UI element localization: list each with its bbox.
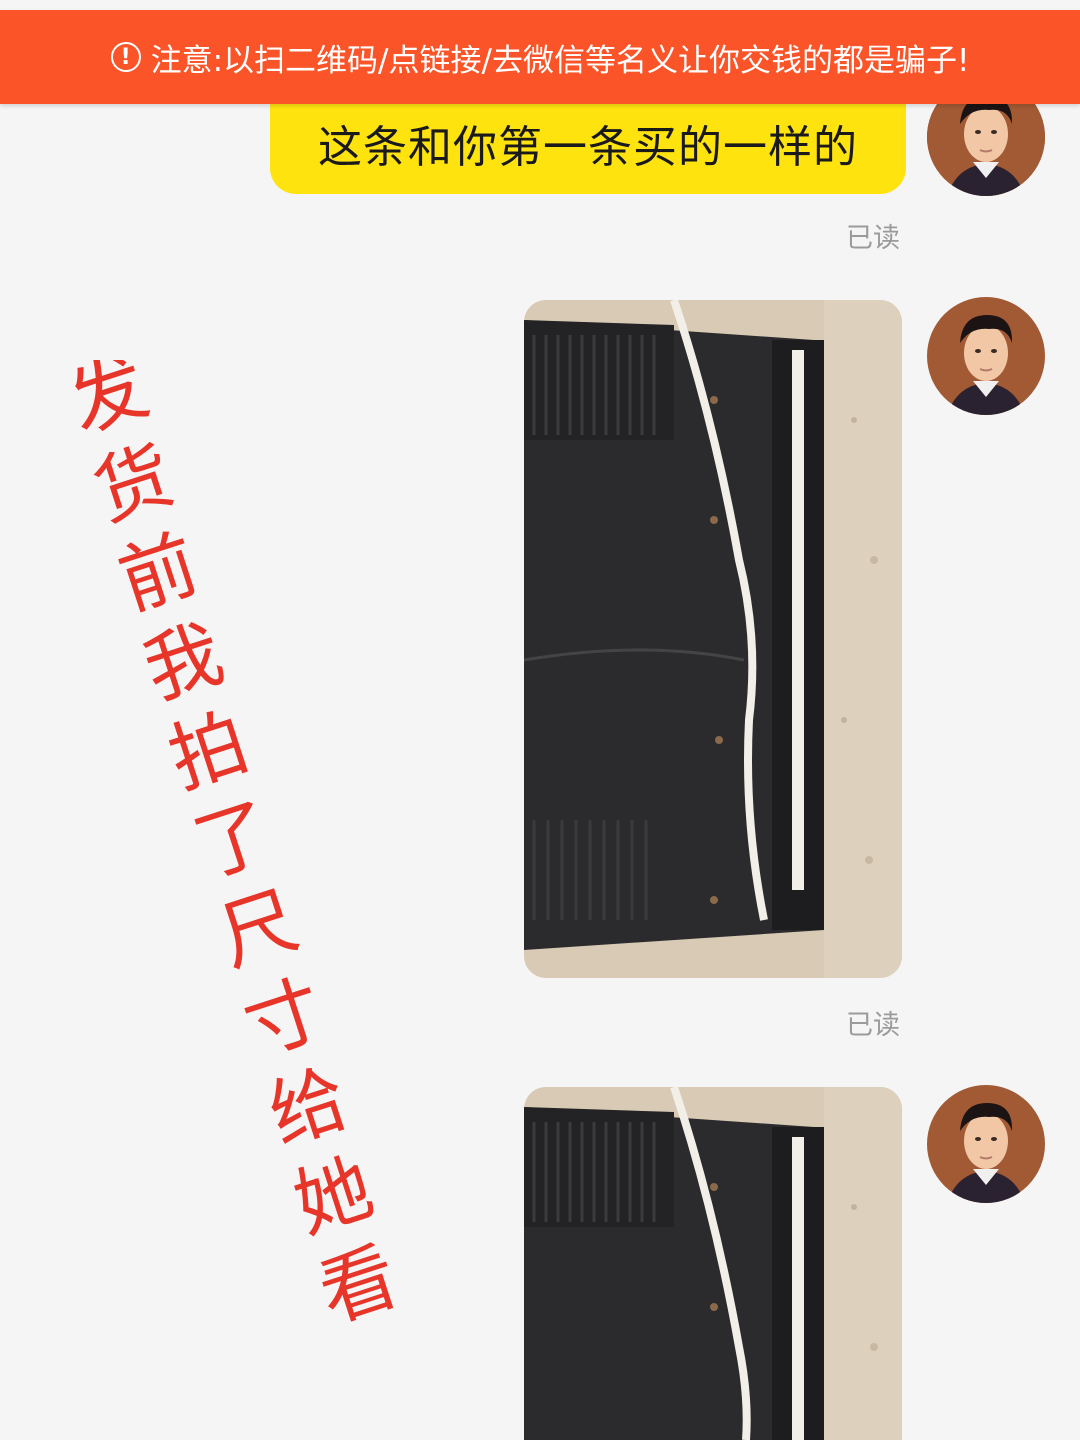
caption-char: 看 [308, 1231, 408, 1339]
black-jeans-photo [524, 1087, 902, 1440]
caption-char: 给 [258, 1053, 358, 1161]
message-text: 这条和你第一条买的一样的 [318, 122, 858, 173]
caption-char: 发 [60, 360, 158, 449]
caption-char: 了 [183, 786, 283, 894]
scam-warning-banner: ! 注意:以扫二维码/点链接/去微信等名义让你交钱的都是骗子! [0, 10, 1080, 104]
read-status: 已读 [846, 223, 900, 254]
black-jeans-photo [524, 300, 902, 978]
caption-overlay: 发货前我拍了尺寸给她看 [60, 360, 408, 1339]
read-status: 已读 [846, 1010, 900, 1041]
caption-char: 寸 [233, 964, 333, 1072]
avatar-image [927, 297, 1045, 415]
status-strip [0, 0, 1080, 10]
caption-char: 货 [83, 430, 183, 538]
scam-warning-text: 注意:以扫二维码/点链接/去微信等名义让你交钱的都是骗子! [150, 42, 970, 79]
caption-char: 拍 [158, 697, 258, 805]
caption-char: 她 [283, 1142, 383, 1250]
avatar-image [927, 1085, 1045, 1203]
overlay-caption: 发货前我拍了尺寸给她看 [60, 360, 408, 1339]
avatar[interactable] [927, 297, 1045, 415]
caption-char: 尺 [208, 875, 308, 983]
message-image[interactable] [524, 1087, 902, 1440]
message-image[interactable] [524, 300, 902, 978]
warning-circle-icon: ! [110, 42, 141, 72]
avatar[interactable] [927, 1085, 1045, 1203]
caption-char: 我 [133, 608, 233, 716]
caption-char: 前 [108, 519, 208, 627]
